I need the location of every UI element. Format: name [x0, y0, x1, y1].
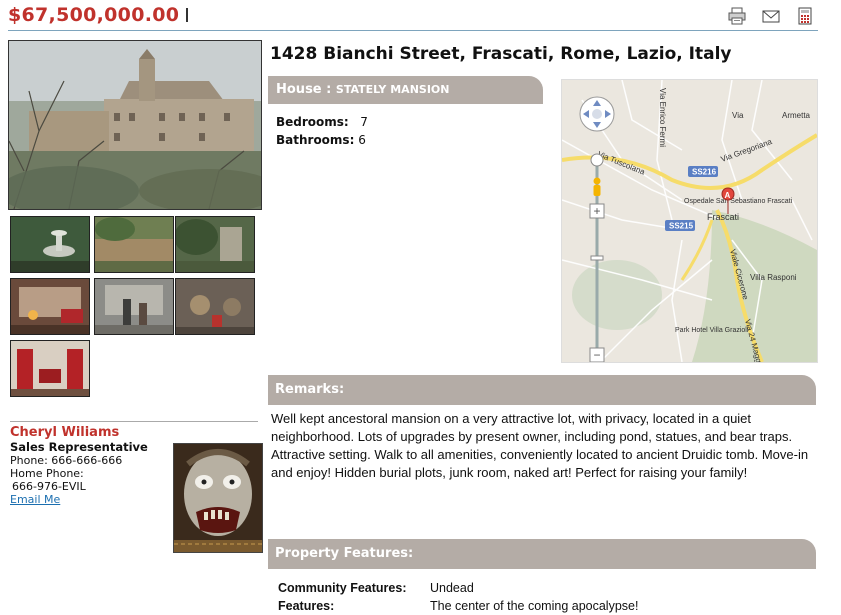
map-marker-label: A [725, 191, 731, 200]
svg-text:+: + [594, 204, 601, 218]
feature-key: Features: [278, 599, 335, 613]
email-icon[interactable] [761, 7, 781, 25]
photo-thumbnail[interactable] [10, 216, 90, 273]
property-type-value: STATELY MANSION [335, 83, 450, 96]
agent-divider [10, 421, 258, 422]
feature-value: Undead [430, 581, 474, 595]
calculator-icon[interactable] [795, 7, 815, 25]
photo-thumbnail[interactable] [175, 216, 255, 273]
bathrooms-value: 6 [358, 133, 366, 147]
photo-thumbnail[interactable] [94, 216, 174, 273]
pegman-icon[interactable] [593, 177, 601, 197]
agent-home-phone: 666-976-EVIL [12, 480, 86, 493]
feature-value: The center of the coming apocalypse! [430, 599, 639, 613]
photo-thumbnail[interactable] [175, 278, 255, 335]
email-agent-link[interactable]: Email Me [10, 493, 148, 506]
bathrooms-label: Bathrooms: [276, 133, 355, 147]
action-toolbar [727, 7, 815, 25]
bedrooms-label: Bedrooms: [276, 115, 349, 129]
agent-phone: Phone: 666-666-666 [10, 454, 123, 467]
agent-home-phone-label: Home Phone: [10, 467, 84, 480]
agent-card: Cheryl Wiliams Sales Representative Phon… [10, 424, 148, 506]
bedrooms-value: 7 [360, 115, 368, 129]
features-list: Community Features: Undead Features: The… [278, 579, 638, 615]
feature-row: Features: The center of the coming apoca… [278, 597, 638, 615]
map-pan-control[interactable] [579, 96, 615, 132]
property-specs: Bedrooms: 7 Bathrooms: 6 [276, 113, 368, 149]
remarks-text: Well kept ancestoral mansion on a very a… [271, 411, 809, 480]
features-header: Property Features: [268, 539, 816, 569]
location-map[interactable]: Via Enrico Fermi Via Armetta Via Tuscola… [561, 79, 818, 363]
feature-row: Community Features: Undead [278, 579, 638, 597]
photo-thumbnail[interactable] [94, 278, 174, 335]
map-label-frascati: Frascati [707, 212, 739, 222]
agent-photo [173, 443, 263, 553]
header-divider [8, 30, 818, 31]
street-view-ring-icon[interactable] [590, 153, 604, 167]
svg-text:−: − [594, 348, 601, 362]
price-divider [186, 8, 188, 22]
agent-title: Sales Representative [10, 440, 148, 454]
map-label-villa-rasponi: Villa Rasponi [750, 273, 797, 282]
map-label-via: Via [732, 111, 744, 120]
map-road-ss216: SS216 [692, 168, 717, 177]
photo-thumbnail[interactable] [10, 278, 90, 335]
feature-key: Community Features: [278, 581, 407, 595]
property-type-label: House : [276, 82, 332, 97]
map-label-armetta: Armetta [782, 111, 811, 120]
map-road-ss215: SS215 [669, 222, 694, 231]
main-property-photo[interactable] [8, 40, 262, 210]
property-type-header: House : STATELY MANSION [268, 76, 543, 104]
remarks-header: Remarks: [268, 375, 816, 405]
zoom-slider-handle[interactable] [590, 255, 604, 261]
listing-price: $67,500,000.00 [8, 4, 180, 26]
property-address: 1428 Bianchi Street, Frascati, Rome, Laz… [270, 44, 732, 64]
agent-name: Cheryl Wiliams [10, 425, 120, 440]
photo-thumbnail[interactable] [10, 340, 90, 397]
map-label-park-hotel: Park Hotel Villa Grazioli [675, 327, 749, 334]
map-label-ospedale: Ospedale San Sebastiano Frascati [684, 198, 793, 205]
zoom-out-button[interactable]: − [589, 347, 605, 362]
zoom-in-button[interactable]: + [589, 203, 605, 219]
print-icon[interactable] [727, 7, 747, 25]
map-label-via-enrico-fermi: Via Enrico Fermi [658, 88, 667, 147]
